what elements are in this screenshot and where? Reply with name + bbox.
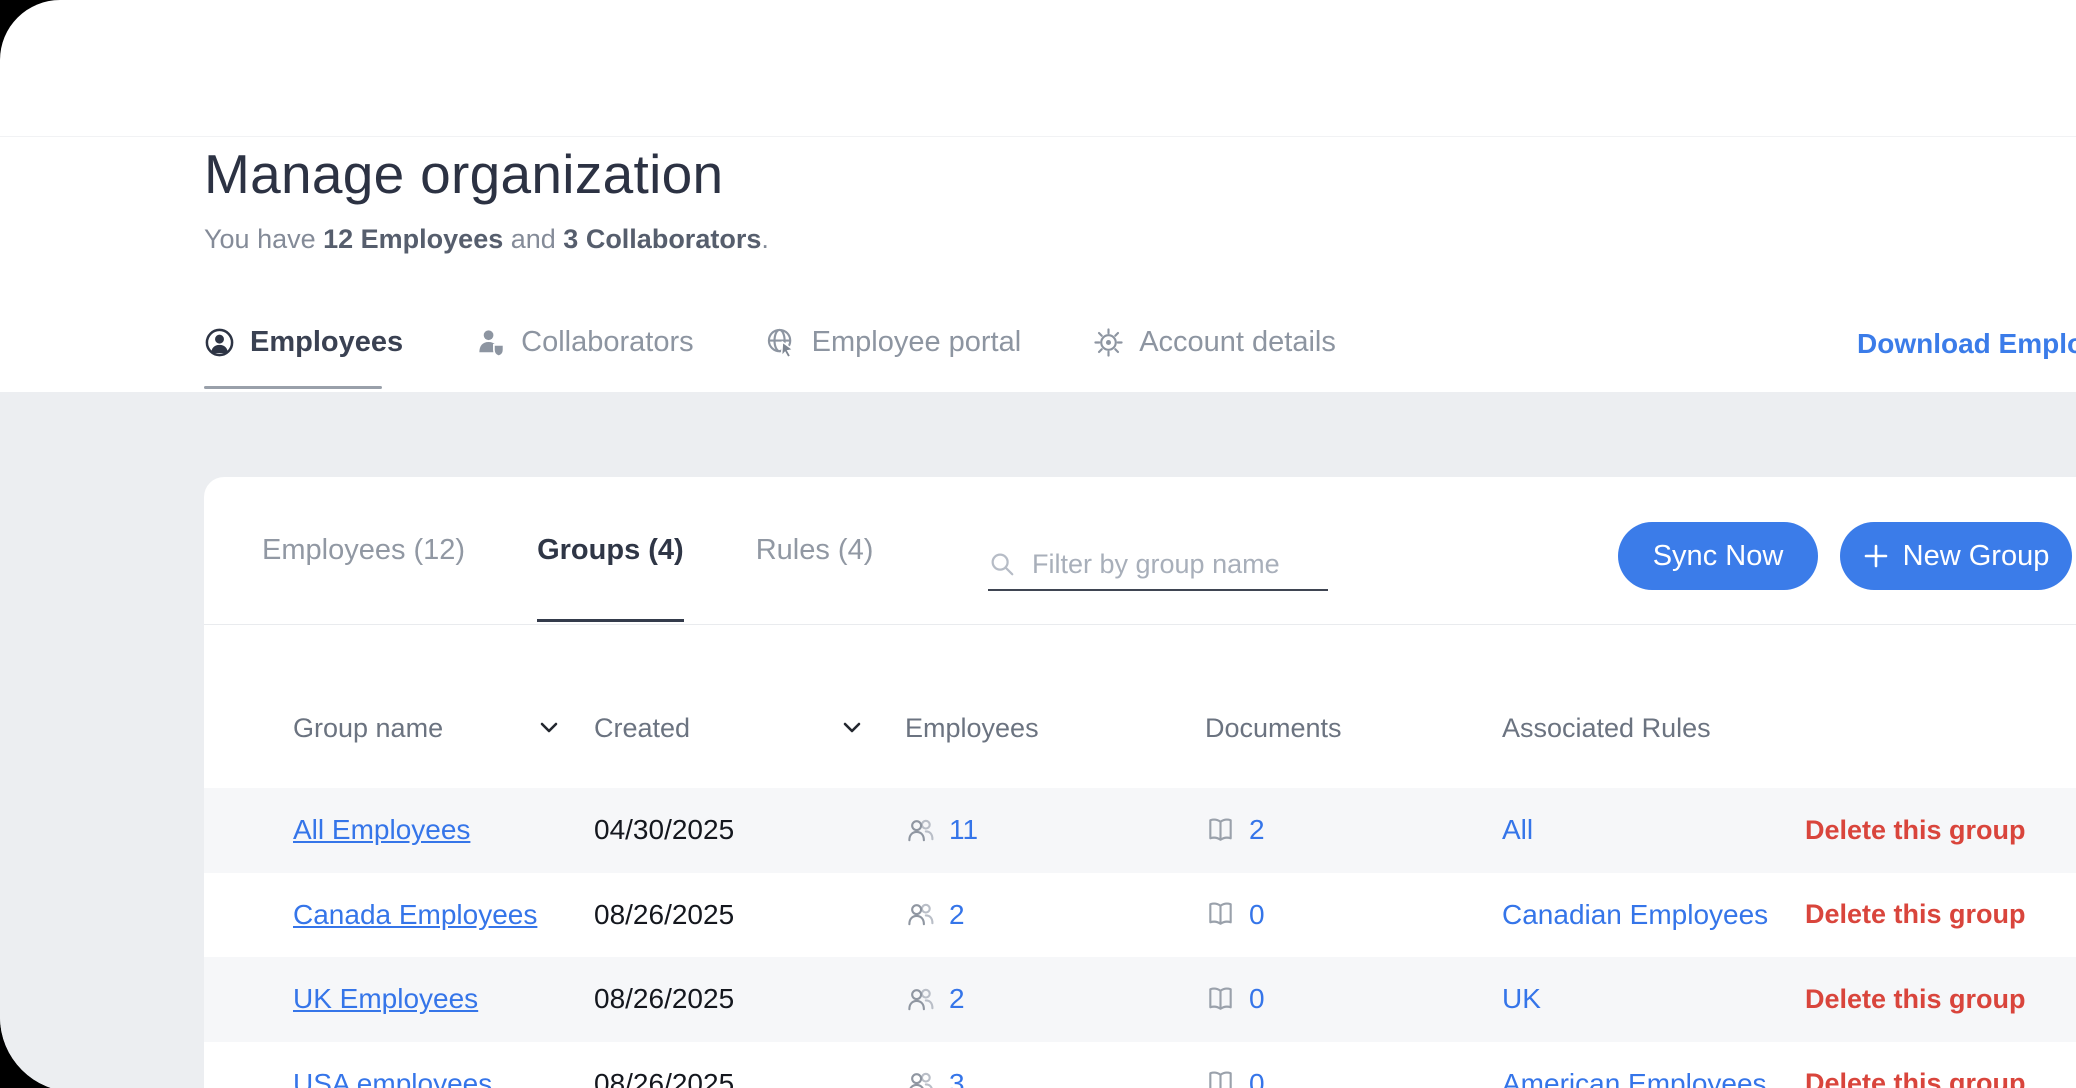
column-created[interactable]: Created (594, 713, 905, 744)
created-date: 04/30/2025 (594, 814, 905, 846)
column-group-name[interactable]: Group name (293, 713, 594, 744)
download-employees-link[interactable]: Download Employees (1857, 328, 2076, 360)
column-employees-label: Employees (905, 713, 1039, 744)
book-icon (1205, 899, 1236, 930)
documents-count-value: 0 (1249, 983, 1265, 1015)
column-associated-rules: Associated Rules (1502, 713, 1805, 744)
tab-groups[interactable]: Groups (4) (537, 477, 684, 624)
page-title: Manage organization (204, 144, 723, 204)
group-name-link[interactable]: Canada Employees (293, 899, 594, 931)
main-tab-bar: Employees Collaborators (204, 312, 1336, 372)
collaborators-count: 3 Collaborators (563, 224, 761, 254)
new-group-label: New Group (1903, 540, 2050, 573)
table-row: USA employees 08/26/2025 3 (204, 1042, 2076, 1088)
person-circle-icon (204, 327, 235, 358)
column-group-name-label: Group name (293, 713, 443, 744)
employees-count: 12 Employees (323, 224, 503, 254)
card-tab-bar: Employees (12) Groups (4) Rules (4) (262, 477, 873, 624)
associated-rule-link[interactable]: American Employees (1502, 1068, 1805, 1088)
table-body: All Employees 04/30/2025 11 (204, 788, 2076, 1088)
employees-count-value: 3 (949, 1068, 965, 1088)
people-icon (905, 1068, 936, 1088)
created-date: 08/26/2025 (594, 983, 905, 1015)
documents-count-cell[interactable]: 0 (1205, 983, 1502, 1015)
employees-count-cell[interactable]: 3 (905, 1068, 1205, 1088)
delete-group-button[interactable]: Delete this group (1805, 984, 2076, 1015)
employees-count-cell[interactable]: 11 (905, 814, 1205, 846)
group-name-link[interactable]: All Employees (293, 814, 594, 846)
sync-now-label: Sync Now (1653, 540, 1784, 573)
tab-employees[interactable]: Employees (204, 326, 403, 359)
chevron-down-icon[interactable] (540, 722, 558, 734)
tab-account-details[interactable]: Account details (1093, 326, 1336, 359)
tab-rules[interactable]: Rules (4) (756, 477, 874, 624)
topbar-divider (0, 136, 2076, 137)
documents-count-value: 0 (1249, 1068, 1265, 1088)
search-icon (988, 550, 1016, 578)
associated-rule-link[interactable]: UK (1502, 983, 1805, 1015)
page-subtitle: You have 12 Employees and 3 Collaborator… (204, 224, 769, 255)
column-documents: Documents (1205, 713, 1502, 744)
associated-rule-link[interactable]: All (1502, 814, 1805, 846)
created-date: 08/26/2025 (594, 1068, 905, 1088)
documents-count-cell[interactable]: 0 (1205, 1068, 1502, 1088)
delete-group-button[interactable]: Delete this group (1805, 1068, 2076, 1088)
table-header-row: Group name Created Employees (204, 702, 2076, 754)
screen: Manage organization You have 12 Employee… (0, 0, 2076, 1088)
employees-count-value: 2 (949, 899, 965, 931)
sync-now-button[interactable]: Sync Now (1618, 522, 1818, 590)
subtitle-prefix: You have (204, 224, 323, 254)
people-icon (905, 984, 936, 1015)
subtitle-mid: and (503, 224, 563, 254)
column-documents-label: Documents (1205, 713, 1342, 744)
created-date: 08/26/2025 (594, 899, 905, 931)
active-tab-underline (204, 386, 382, 389)
delete-group-button[interactable]: Delete this group (1805, 815, 2076, 846)
tab-account-details-label: Account details (1139, 326, 1336, 359)
person-shield-icon (475, 327, 506, 358)
table-row: Canada Employees 08/26/2025 2 (204, 873, 2076, 958)
filter-input[interactable] (1030, 548, 1314, 581)
book-icon (1205, 815, 1236, 846)
associated-rule-link[interactable]: Canadian Employees (1502, 899, 1805, 931)
table-row: All Employees 04/30/2025 11 (204, 788, 2076, 873)
gear-icon (1093, 327, 1124, 358)
documents-count-cell[interactable]: 2 (1205, 814, 1502, 846)
card-header: Employees (12) Groups (4) Rules (4) (204, 477, 2076, 625)
subtitle-suffix: . (761, 224, 769, 254)
table-row: UK Employees 08/26/2025 2 (204, 957, 2076, 1042)
documents-count-value: 2 (1249, 814, 1265, 846)
tab-collaborators[interactable]: Collaborators (475, 326, 693, 359)
tab-employee-portal[interactable]: Employee portal (766, 326, 1022, 359)
tab-employees-list[interactable]: Employees (12) (262, 477, 465, 624)
chevron-down-icon[interactable] (843, 722, 861, 734)
tab-employees-label: Employees (250, 326, 403, 359)
group-filter (988, 539, 1328, 591)
plus-icon (1863, 543, 1889, 569)
delete-group-button[interactable]: Delete this group (1805, 899, 2076, 930)
group-name-link[interactable]: UK Employees (293, 983, 594, 1015)
employees-count-value: 11 (949, 814, 978, 846)
employees-count-cell[interactable]: 2 (905, 899, 1205, 931)
group-name-link[interactable]: USA employees (293, 1068, 594, 1088)
people-icon (905, 815, 936, 846)
new-group-button[interactable]: New Group (1840, 522, 2072, 590)
column-employees: Employees (905, 713, 1205, 744)
globe-cursor-icon (766, 327, 797, 358)
column-created-label: Created (594, 713, 690, 744)
groups-card: Employees (12) Groups (4) Rules (4) (204, 477, 2076, 1088)
documents-count-value: 0 (1249, 899, 1265, 931)
documents-count-cell[interactable]: 0 (1205, 899, 1502, 931)
book-icon (1205, 1068, 1236, 1088)
book-icon (1205, 984, 1236, 1015)
people-icon (905, 899, 936, 930)
employees-count-value: 2 (949, 983, 965, 1015)
tab-collaborators-label: Collaborators (521, 326, 693, 359)
column-associated-rules-label: Associated Rules (1502, 713, 1711, 744)
content-area: Employees (12) Groups (4) Rules (4) (0, 392, 2076, 1088)
employees-count-cell[interactable]: 2 (905, 983, 1205, 1015)
app-window: Manage organization You have 12 Employee… (0, 0, 2076, 1088)
tab-employee-portal-label: Employee portal (812, 326, 1022, 359)
